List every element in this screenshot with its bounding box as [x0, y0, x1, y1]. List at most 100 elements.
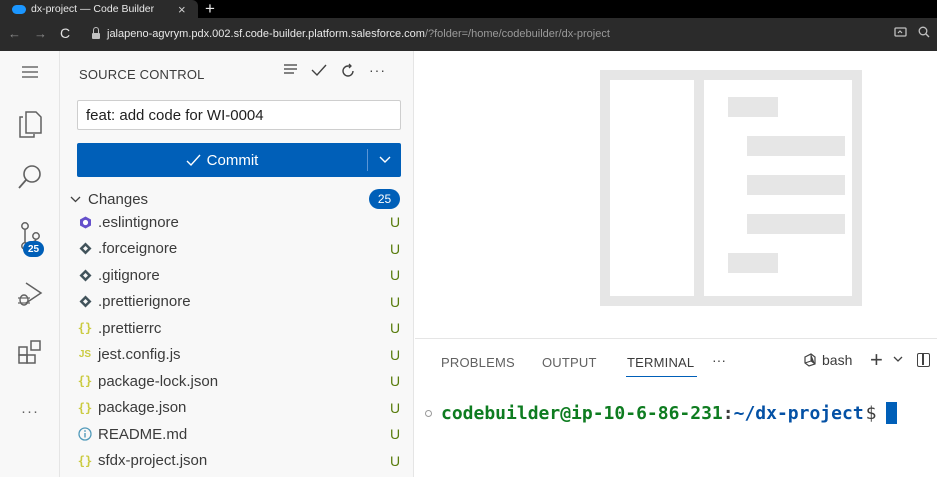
file-name: sfdx-project.json [98, 452, 208, 469]
lock-icon[interactable] [92, 27, 100, 39]
menu-icon[interactable] [0, 65, 60, 79]
commit-check-icon[interactable] [311, 63, 327, 84]
terminal-shell-selector[interactable]: bash [803, 352, 852, 368]
terminal-shell-label: bash [822, 352, 853, 368]
terminal-dropdown-chevron-icon[interactable] [893, 354, 903, 366]
refresh-icon[interactable] [340, 63, 356, 84]
run-debug-icon[interactable] [0, 279, 60, 309]
file-change-row[interactable]: {} package-lock.json U [74, 368, 402, 394]
ignore-file-icon [74, 269, 96, 282]
file-name: .forceignore [98, 240, 178, 257]
panel-more-icon[interactable]: ··· [712, 352, 726, 368]
zoom-icon[interactable] [918, 26, 930, 41]
commit-message-input[interactable] [77, 100, 401, 130]
file-name: jest.config.js [98, 346, 181, 363]
editor-area [415, 51, 937, 338]
terminal-prompt-line[interactable]: codebuilder@ip-10-6-86-231: ~/dx-project $ [425, 402, 897, 424]
address-bar: ← → C jalapeno-agvrym.pdx.002.sf.code-bu… [0, 18, 937, 51]
terminal-separator: : [722, 402, 734, 424]
commit-button-label: Commit [206, 151, 259, 169]
file-status-untracked: U [389, 452, 401, 469]
file-change-row[interactable]: .prettierignore U [74, 289, 402, 315]
tab-terminal[interactable]: TERMINAL [627, 355, 694, 370]
bottom-panel: PROBLEMS OUTPUT TERMINAL ··· bash + code… [415, 338, 937, 477]
url-path: /?folder=/home/codebuilder/dx-project [424, 28, 610, 40]
file-name: .prettierrc [98, 319, 162, 337]
url-field[interactable]: jalapeno-agvrym.pdx.002.sf.code-builder.… [107, 28, 610, 40]
chevron-down-icon [70, 192, 88, 206]
json-icon: {} [77, 374, 93, 388]
ignore-file-icon [74, 242, 96, 255]
forward-arrow-icon[interactable]: → [34, 26, 47, 41]
editor-watermark-icon [600, 70, 862, 306]
file-change-row[interactable]: {} sfdx-project.json U [74, 448, 402, 474]
view-as-list-icon[interactable] [283, 63, 298, 84]
file-name: .gitignore [98, 266, 160, 284]
check-icon [186, 154, 201, 166]
more-icon[interactable]: ··· [0, 403, 60, 420]
terminal-prompt-symbol: $ [865, 402, 877, 424]
file-status-untracked: U [389, 426, 401, 442]
file-status-untracked: U [389, 373, 401, 389]
file-status-untracked: U [389, 399, 401, 416]
tab-problems[interactable]: PROBLEMS [441, 355, 515, 370]
file-name: .eslintignore [98, 213, 179, 231]
reload-icon[interactable]: C [60, 25, 70, 41]
source-control-view: SOURCE CONTROL ··· Commit Changes 25 .es… [60, 51, 414, 477]
terminal-path: ~/dx-project [733, 402, 864, 424]
file-status-untracked: U [389, 214, 401, 230]
json-icon: {} [77, 400, 93, 415]
terminal-user-host: codebuilder@ip-10-6-86-231 [441, 402, 723, 424]
source-control-badge: 25 [23, 241, 44, 257]
file-status-untracked: U [389, 293, 401, 310]
browser-tab-title: dx-project — Code Builder [31, 3, 155, 15]
file-change-row[interactable]: .eslintignore U [74, 209, 402, 235]
file-change-row[interactable]: {} package.json U [74, 395, 402, 421]
file-change-row[interactable]: JS jest.config.js U [74, 342, 402, 368]
file-change-row[interactable]: README.md U [74, 421, 402, 447]
file-status-untracked: U [389, 346, 401, 363]
info-icon [74, 427, 96, 441]
changes-count-badge: 25 [369, 189, 400, 209]
js-icon: JS [78, 349, 92, 360]
file-status-untracked: U [389, 267, 401, 283]
file-name: package.json [98, 399, 187, 416]
file-status-untracked: U [389, 240, 401, 257]
json-icon: {} [77, 453, 93, 468]
cast-icon[interactable] [894, 27, 907, 41]
activity-bar: 25 ··· [0, 51, 60, 477]
file-status-untracked: U [389, 320, 401, 336]
commit-dropdown-chevron-icon[interactable] [368, 156, 401, 164]
browser-tab-strip: dx-project — Code Builder × + [0, 0, 937, 18]
source-control-title: SOURCE CONTROL [79, 67, 205, 82]
json-icon: {} [77, 321, 93, 335]
split-terminal-icon[interactable] [917, 353, 930, 367]
terminal-cursor [885, 402, 897, 424]
changes-group-header[interactable]: Changes [70, 188, 401, 210]
file-change-row[interactable]: .gitignore U [74, 262, 402, 288]
eslint-icon [74, 216, 96, 229]
commit-main-button[interactable]: Commit [77, 152, 367, 169]
new-terminal-plus-icon[interactable]: + [870, 347, 883, 373]
search-icon[interactable] [0, 164, 60, 192]
command-decoration-icon [425, 409, 432, 417]
file-change-row[interactable]: .forceignore U [74, 236, 402, 262]
back-arrow-icon[interactable]: ← [8, 26, 21, 41]
commit-button[interactable]: Commit [77, 143, 401, 177]
file-name: package-lock.json [98, 372, 219, 390]
new-tab-button[interactable]: + [205, 0, 215, 19]
tab-close-icon[interactable]: × [178, 2, 186, 17]
extensions-icon[interactable] [0, 338, 60, 366]
file-name: README.md [98, 425, 188, 443]
changes-label: Changes [88, 190, 149, 208]
url-host: jalapeno-agvrym.pdx.002.sf.code-builder.… [107, 28, 425, 40]
browser-tab[interactable]: dx-project — Code Builder × [0, 0, 198, 18]
explorer-icon[interactable] [0, 109, 60, 139]
file-name: .prettierignore [98, 293, 191, 310]
tab-output[interactable]: OUTPUT [542, 355, 597, 370]
more-actions-icon[interactable]: ··· [369, 62, 386, 83]
file-change-row[interactable]: {} .prettierrc U [74, 315, 402, 341]
source-control-actions: ··· [283, 62, 386, 84]
salesforce-cloud-icon [12, 4, 26, 14]
terminal-shell-icon [804, 353, 816, 367]
